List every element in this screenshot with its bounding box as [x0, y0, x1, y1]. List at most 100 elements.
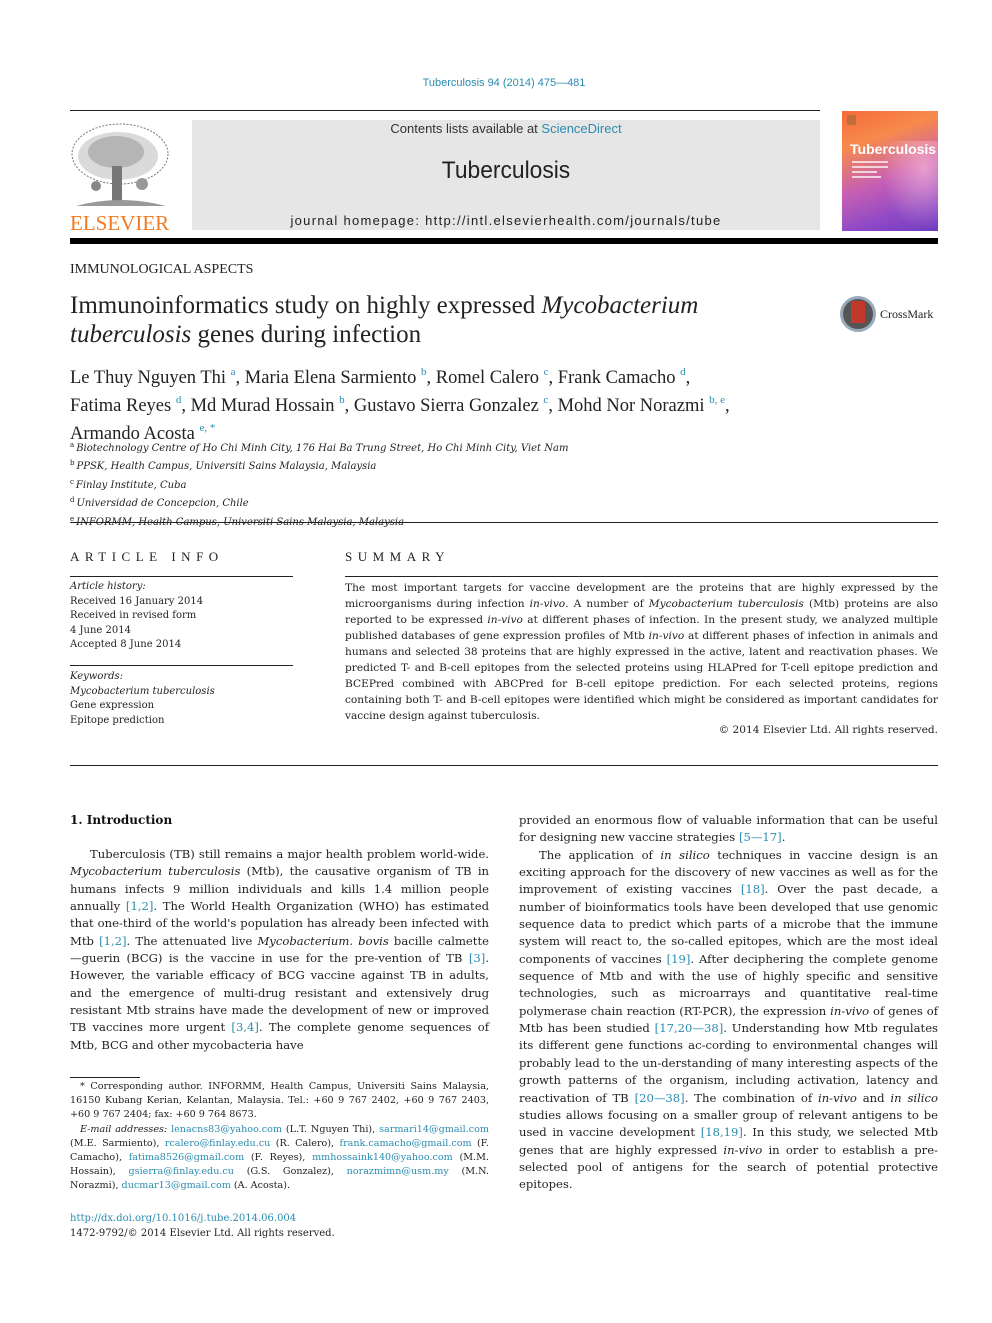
text-run: . The attenuated live [126, 933, 258, 948]
title-italic: tuberculosis [70, 321, 192, 348]
summary-heading: SUMMARY [345, 549, 450, 564]
italic-term: Mycobacterium. bovis [257, 933, 389, 948]
email-link[interactable]: sarmari14@gmail.com [379, 1124, 489, 1135]
author-name: Mohd Nor Norazmi [557, 396, 710, 416]
affiliation-text: Biotechnology Centre of Ho Chi Minh City… [76, 443, 569, 454]
italic-term: in silico [890, 1090, 938, 1105]
intro-right-column: provided an enormous flow of valuable in… [519, 812, 938, 1194]
email-link[interactable]: rcalero@finlay.edu.cu [165, 1138, 271, 1149]
journal-citation-link[interactable]: Tuberculosis 94 (2014) 475—481 [0, 77, 992, 89]
footnotes: * Corresponding author. INFORMM, Health … [70, 1080, 489, 1194]
corresponding-author-note: * Corresponding author. INFORMM, Health … [70, 1081, 489, 1121]
citation-link[interactable]: [20—38] [635, 1091, 685, 1105]
section-label: IMMUNOLOGICAL ASPECTS [70, 262, 254, 277]
history-line: Accepted 8 June 2014 [70, 639, 182, 650]
affiliation: c Finlay Institute, Cuba [70, 475, 670, 493]
affiliation-text: Finlay Institute, Cuba [75, 479, 187, 491]
affiliation-list: a Biotechnology Centre of Ho Chi Minh Cit… [70, 438, 670, 530]
separator: , [725, 396, 730, 416]
affiliation-key: b [70, 459, 75, 468]
author-name: Md Murad Hossain [190, 396, 340, 416]
separator: , [548, 396, 558, 416]
journal-masthead: Contents lists available at ScienceDirec… [192, 120, 820, 230]
cover-title: Tuberculosis [850, 141, 937, 157]
introduction-heading: 1. Introduction [70, 813, 173, 827]
email-owner: (F. Reyes), [244, 1152, 313, 1164]
divider [70, 665, 293, 666]
author-name: Fatima Reyes [70, 396, 176, 416]
italic-term: in-vivo [817, 1090, 857, 1105]
italic-term: in-vivo [529, 598, 566, 610]
citation-link[interactable]: [5—17] [739, 830, 782, 844]
separator: , [548, 368, 558, 388]
author-name: Le Thuy Nguyen Thi [70, 368, 231, 388]
article-info-heading: ARTICLE INFO [70, 549, 224, 564]
footnote-divider [70, 1077, 140, 1078]
author-list: Le Thuy Nguyen Thi a, Maria Elena Sarmie… [70, 361, 830, 445]
crossmark-button[interactable]: CrossMark [840, 296, 933, 332]
intro-left-column: Tuberculosis (TB) still remains a major … [70, 846, 489, 1054]
paragraph: provided an enormous flow of valuable in… [519, 812, 938, 847]
text-run: at different phases of infection in anim… [345, 630, 938, 722]
history-line: Received 16 January 2014 [70, 595, 204, 607]
article-history: Article history: Received 16 January 201… [70, 580, 300, 653]
email-addresses: E-mail addresses: lenacns83@yahoo.com (L… [70, 1123, 489, 1194]
cover-publisher-logo-icon [847, 115, 856, 125]
affiliation: e INFORMM, Health Campus, Universiti Sain… [70, 512, 670, 530]
contents-line: Contents lists available at ScienceDirec… [192, 121, 820, 136]
email-link[interactable]: gsierra@finlay.edu.cu [129, 1166, 234, 1177]
paragraph: Tuberculosis (TB) still remains a major … [70, 846, 489, 1054]
italic-term: in silico [660, 847, 710, 862]
citation-link[interactable]: [3] [469, 951, 485, 965]
affiliation: a Biotechnology Centre of Ho Chi Minh Cit… [70, 438, 670, 456]
author-name: Frank Camacho [557, 368, 681, 388]
email-link[interactable]: frank.camacho@gmail.com [340, 1138, 472, 1149]
affiliation-key: d [70, 496, 75, 505]
email-label: E-mail addresses: [80, 1123, 172, 1135]
author-affiliation-link[interactable]: b, e [709, 394, 725, 406]
separator: , [426, 368, 436, 388]
email-link[interactable]: norazmimn@usm.my [347, 1166, 449, 1177]
email-owner: (M.E. Sarmiento), [70, 1137, 165, 1149]
author-affiliation-link[interactable]: e, * [199, 422, 215, 434]
cover-editor-lines [852, 161, 888, 181]
citation-link[interactable]: [18] [741, 882, 765, 896]
text-run: . [781, 830, 786, 845]
affiliation-text: Universidad de Concepcion, Chile [76, 498, 249, 510]
italic-term: in-vivo [487, 614, 523, 626]
journal-name: Tuberculosis [441, 157, 571, 184]
journal-cover-image[interactable]: Tuberculosis [842, 111, 938, 231]
crossmark-label: CrossMark [880, 306, 934, 321]
email-link[interactable]: lenacns83@yahoo.com [171, 1124, 282, 1135]
keyword: Epitope prediction [70, 714, 165, 726]
citation-link[interactable]: [1,2] [126, 899, 153, 913]
email-link[interactable]: ducmar13@gmail.com [122, 1180, 231, 1191]
citation-link[interactable]: [19] [667, 952, 691, 966]
keywords-label: Keywords: [70, 671, 124, 682]
email-link[interactable]: mmhossaink140@yahoo.com [312, 1152, 453, 1163]
title-text: genes during infection [191, 321, 422, 348]
divider [70, 765, 938, 766]
citation-link[interactable]: [17,20—38] [655, 1021, 724, 1035]
paragraph: The application of in silico techniques … [519, 847, 938, 1194]
italic-term: in-vivo [723, 1142, 763, 1157]
contents-prefix: Contents lists available at [390, 121, 542, 136]
keyword: Gene expression [70, 700, 155, 711]
text-run: . The combination of [684, 1090, 818, 1105]
affiliation: b PPSK, Health Campus, Universiti Sains M… [70, 456, 670, 474]
doi-link[interactable]: http://dx.doi.org/10.1016/j.tube.2014.06… [70, 1211, 296, 1226]
citation-link[interactable]: [1,2] [99, 934, 126, 948]
sciencedirect-link[interactable]: ScienceDirect [541, 121, 621, 136]
italic-term: in-vivo [648, 630, 685, 642]
text-run: Tuberculosis (TB) still remains a major … [90, 847, 489, 861]
separator: , [235, 368, 245, 388]
journal-homepage[interactable]: journal homepage: http://intl.elsevierhe… [192, 213, 820, 228]
citation-link[interactable]: [3,4] [231, 1020, 258, 1034]
email-link[interactable]: fatima8526@gmail.com [129, 1152, 244, 1163]
affiliation-key: a [70, 441, 75, 449]
separator: , [181, 396, 191, 416]
crossmark-icon [840, 296, 876, 332]
email-owner: (G.S. Gonzalez), [233, 1166, 347, 1178]
citation-link[interactable]: [18,19] [701, 1125, 743, 1139]
text-run: provided an enormous flow of valuable in… [519, 813, 938, 845]
